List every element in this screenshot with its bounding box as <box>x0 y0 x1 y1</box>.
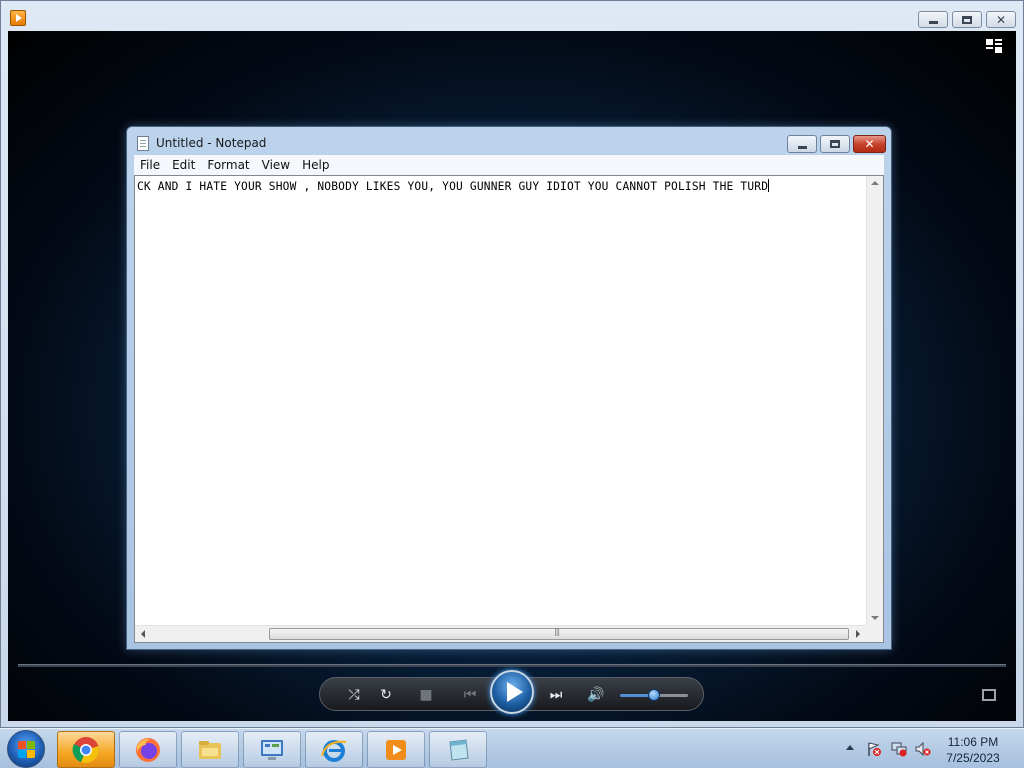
system-clock[interactable]: 11:06 PM 7/25/2023 <box>936 734 1010 766</box>
menu-format[interactable]: Format <box>201 155 255 175</box>
scroll-down-icon[interactable] <box>871 616 879 620</box>
chrome-icon <box>72 737 99 763</box>
close-button[interactable]: ✕ <box>986 11 1016 28</box>
volume-icon[interactable]: 🔊 <box>586 686 606 704</box>
menu-file[interactable]: File <box>134 155 166 175</box>
notepad-icon <box>449 739 469 761</box>
horizontal-scroll-thumb[interactable] <box>269 627 849 640</box>
notepad-close-button[interactable]: ✕ <box>853 135 886 153</box>
scroll-right-icon[interactable] <box>856 630 860 638</box>
minimize-button[interactable] <box>918 11 948 28</box>
windows-media-player-icon <box>386 740 406 760</box>
clock-date: 7/25/2023 <box>946 751 1000 765</box>
notepad-text-area[interactable]: CK AND I HATE YOUR SHOW , NOBODY LIKES Y… <box>134 175 884 643</box>
fullscreen-icon[interactable] <box>982 689 996 701</box>
start-button[interactable] <box>7 730 45 768</box>
menu-edit[interactable]: Edit <box>166 155 201 175</box>
windows-media-player-icon[interactable] <box>10 10 26 26</box>
scroll-left-icon[interactable] <box>141 630 145 638</box>
menu-view[interactable]: View <box>256 155 296 175</box>
playback-controls: ⤮ ↻ ■ ⏮ ⏭ 🔊 <box>319 670 704 714</box>
vertical-scrollbar[interactable] <box>866 176 883 625</box>
taskbar-firefox[interactable] <box>119 731 177 768</box>
taskbar-control-panel[interactable] <box>243 731 301 768</box>
maximize-icon <box>830 140 840 148</box>
notepad-title: Untitled - Notepad <box>156 136 267 150</box>
firefox-icon <box>136 738 160 762</box>
taskbar: 11:06 PM 7/25/2023 <box>0 728 1024 768</box>
taskbar-internet-explorer[interactable] <box>305 731 363 768</box>
stop-icon[interactable]: ■ <box>416 686 436 704</box>
horizontal-scrollbar[interactable] <box>135 625 866 642</box>
action-center-icon[interactable] <box>866 741 882 757</box>
shuffle-icon[interactable]: ⤮ <box>344 686 364 704</box>
minimize-icon <box>928 21 938 24</box>
text-caret <box>768 179 770 192</box>
restore-button[interactable] <box>952 11 982 28</box>
menu-help[interactable]: Help <box>296 155 335 175</box>
restore-icon <box>962 15 972 24</box>
resize-grip[interactable] <box>866 625 883 642</box>
volume-slider-thumb[interactable] <box>648 689 660 701</box>
previous-icon[interactable]: ⏮ <box>456 686 484 704</box>
show-hidden-icons-icon[interactable] <box>846 745 854 750</box>
switch-to-library-icon[interactable] <box>986 39 1004 55</box>
network-icon[interactable] <box>891 741 907 757</box>
clock-time: 11:06 PM <box>947 735 999 749</box>
volume-muted-icon[interactable] <box>915 741 931 757</box>
close-icon: ✕ <box>864 137 875 151</box>
repeat-icon[interactable]: ↻ <box>376 686 396 704</box>
taskbar-file-explorer[interactable] <box>181 731 239 768</box>
notepad-text: CK AND I HATE YOUR SHOW , NOBODY LIKES Y… <box>137 180 769 193</box>
taskbar-notepad[interactable] <box>429 731 487 768</box>
file-explorer-icon <box>199 741 221 759</box>
notepad-icon[interactable] <box>137 136 149 151</box>
scroll-up-icon[interactable] <box>871 181 879 185</box>
taskbar-media-player[interactable] <box>367 731 425 768</box>
seek-bar[interactable] <box>18 664 1006 667</box>
taskbar-chrome[interactable] <box>57 731 115 768</box>
minimize-icon <box>797 145 807 149</box>
control-panel-icon <box>261 740 283 760</box>
notepad-minimize-button[interactable] <box>787 135 817 153</box>
notepad-menubar: File Edit Format View Help <box>134 155 884 175</box>
notepad-maximize-button[interactable] <box>820 135 850 153</box>
close-icon: ✕ <box>995 12 1007 27</box>
notepad-window: Untitled - Notepad ✕ File Edit Format Vi… <box>126 126 892 650</box>
internet-explorer-icon <box>321 740 347 762</box>
play-button[interactable] <box>490 670 534 714</box>
media-player-titlebar[interactable]: ✕ <box>1 1 1023 31</box>
notepad-text-line: CK AND I HATE YOUR SHOW , NOBODY LIKES Y… <box>137 179 867 193</box>
next-icon[interactable]: ⏭ <box>542 686 570 704</box>
